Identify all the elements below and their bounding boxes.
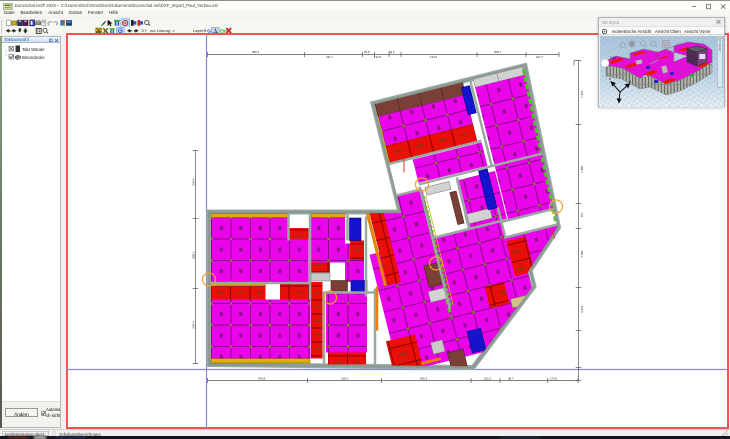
svg-text:94.9: 94.9	[364, 49, 370, 53]
svg-text:232.2: 232.2	[484, 376, 491, 380]
svg-text:540.3: 540.3	[420, 376, 427, 380]
svg-text:358.7: 358.7	[494, 49, 501, 53]
svg-text:990.4: 990.4	[252, 49, 259, 53]
svg-text:188.4: 188.4	[580, 165, 584, 172]
svg-text:98.7: 98.7	[508, 376, 514, 380]
svg-text:754.8: 754.8	[580, 305, 584, 312]
svg-text:142: 142	[580, 212, 584, 217]
svg-text:132.8: 132.8	[374, 55, 381, 59]
svg-text:478.4: 478.4	[580, 90, 584, 97]
svg-text:975.8: 975.8	[258, 376, 265, 380]
svg-text:524.4: 524.4	[192, 178, 196, 185]
svg-text:318.2: 318.2	[341, 376, 348, 380]
svg-text:z: z	[609, 77, 611, 81]
svg-text:134.5: 134.5	[430, 55, 437, 59]
svg-text:94.4: 94.4	[389, 49, 395, 53]
svg-text:x: x	[629, 80, 631, 84]
svg-text:280.2: 280.2	[580, 250, 584, 257]
svg-text:14b: 14b	[610, 56, 616, 60]
svg-text:634.4: 634.4	[192, 321, 196, 328]
svg-text:173.8: 173.8	[550, 376, 557, 380]
svg-text:888.1: 888.1	[192, 251, 196, 258]
svg-text:411.7: 411.7	[326, 55, 333, 59]
svg-text:227.7: 227.7	[536, 55, 543, 59]
